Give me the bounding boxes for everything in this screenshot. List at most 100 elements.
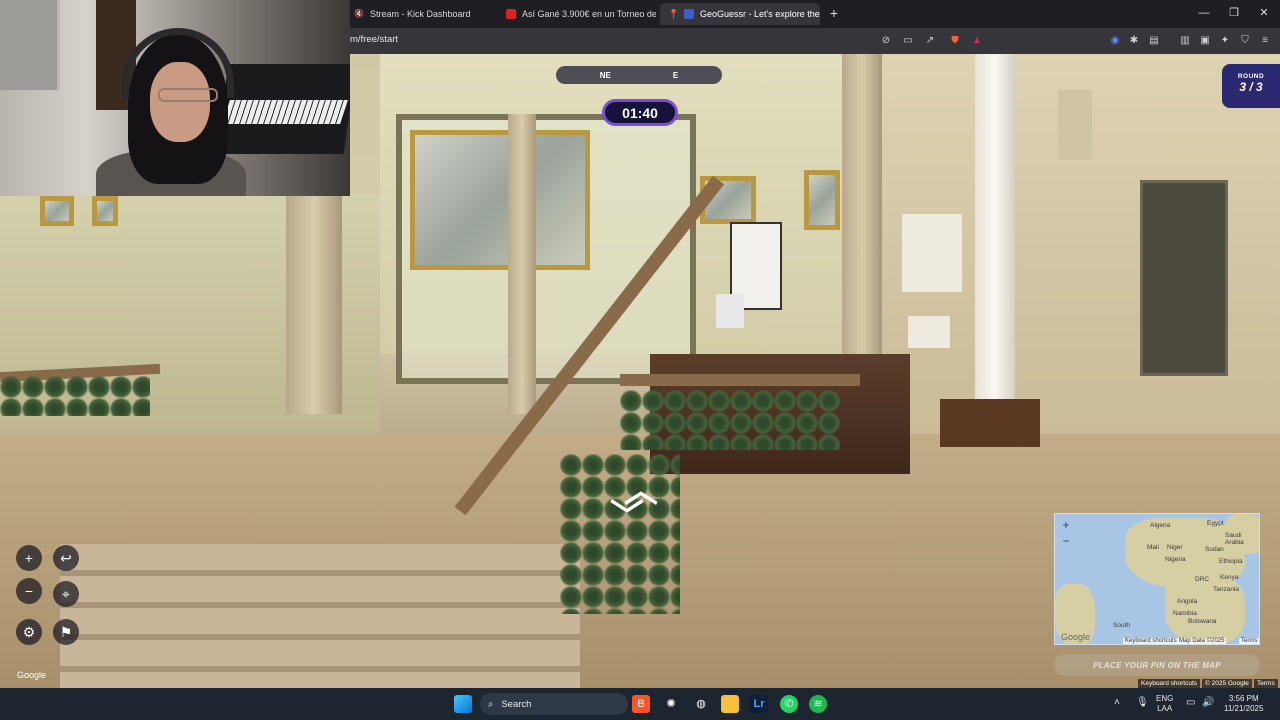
tab-label: Stream - Kick Dashboard — [370, 9, 471, 19]
network-icon[interactable]: ▭ — [1186, 698, 1195, 708]
map-label: Mali — [1147, 544, 1159, 551]
tab-label: Así Gané 3.900€ en un Torneo de Lo — [522, 9, 656, 19]
wall-plaque — [1140, 180, 1228, 376]
media-icon[interactable]: ▤ — [1147, 34, 1161, 48]
terms-link[interactable]: Terms — [1254, 679, 1278, 688]
checkpoint-flag-button[interactable]: ⚑ — [53, 619, 79, 645]
webcam-piano-keys — [222, 100, 348, 124]
webcam-door — [0, 0, 60, 90]
restore-icon[interactable]: ❐ — [1224, 5, 1244, 21]
extensions-icon[interactable]: ✱ — [1127, 34, 1141, 48]
center-handrail-top — [620, 374, 860, 386]
close-window-icon[interactable]: ✕ — [1254, 5, 1274, 21]
google-logo: Google — [17, 670, 47, 680]
map-data-credit: Map Data ©2025 — [1177, 638, 1227, 644]
app-icon[interactable]: ◍ — [692, 695, 710, 713]
no-tracking-icon[interactable]: ⊘ — [879, 34, 893, 48]
map-pin-icon: 📍 — [668, 9, 680, 19]
return-to-start-button[interactable]: ⌖ — [53, 581, 79, 607]
map-terms-link[interactable]: Terms — [1239, 638, 1259, 644]
webcam-headphones — [122, 28, 234, 98]
brave-browser-icon[interactable]: B — [632, 695, 650, 713]
share-icon[interactable]: ↗ — [923, 34, 937, 48]
webcam-overlay — [0, 0, 350, 196]
undo-move-button[interactable]: ↩ — [53, 545, 79, 571]
extension-badge-icon[interactable]: ◉ — [1108, 34, 1122, 48]
place-pin-button[interactable]: PLACE YOUR PIN ON THE MAP — [1054, 654, 1260, 676]
settings-button[interactable]: ⚙ — [16, 619, 42, 645]
map-label: Algeria — [1150, 522, 1171, 529]
geoguessr-icon — [684, 9, 694, 19]
screen: 🔇 Stream - Kick Dashboard Así Gané 3.900… — [0, 0, 1280, 720]
map-label: Nigeria — [1165, 556, 1186, 563]
wall-notice — [902, 214, 962, 292]
clock-date: 11/21/2025 — [1224, 704, 1264, 713]
map-google-logo: Google — [1061, 632, 1091, 642]
language-top: ENG — [1156, 694, 1174, 703]
zoom-in-button[interactable]: + — [16, 545, 42, 571]
keyboard-shortcuts-link[interactable]: Keyboard shortcuts — [1138, 679, 1201, 688]
wall-sign — [908, 316, 950, 348]
spotify-icon[interactable]: ≋ — [809, 695, 827, 713]
stone-column — [508, 114, 536, 414]
search-icon: ⌕ — [488, 698, 494, 710]
chatgpt-icon[interactable]: ✺ — [662, 695, 680, 713]
vpn-shield-icon[interactable]: ⛉ — [1238, 34, 1252, 48]
computer-monitor — [716, 294, 744, 328]
map-label: Egypt — [1207, 520, 1224, 527]
wallet-icon[interactable]: ▣ — [1198, 34, 1212, 48]
brave-shield-icon[interactable]: ⛊ — [948, 34, 962, 48]
minimize-icon[interactable]: — — [1194, 5, 1214, 21]
file-explorer-icon[interactable] — [721, 695, 739, 713]
round-indicator: ROUND 3 / 3 — [1222, 64, 1280, 108]
zoom-out-button[interactable]: − — [16, 578, 42, 604]
map-label: Ethiopia — [1219, 558, 1243, 565]
url-field[interactable]: m/free/start — [350, 34, 398, 45]
sidebar-icon[interactable]: ▥ — [1178, 34, 1192, 48]
youtube-icon — [506, 9, 516, 19]
round-label: ROUND — [1237, 73, 1265, 80]
map-keyboard-shortcuts[interactable]: Keyboard shortcuts — [1123, 638, 1179, 644]
windows-taskbar: ⌕ Search B ✺ ◍ Lr ✆ ≋ ˄ 🎙 ENG LAA ▭ 🔊 3:… — [0, 688, 1280, 720]
map-label: Niger — [1167, 544, 1183, 551]
wall-relief — [1058, 90, 1092, 160]
map-landmass-south-africa — [1165, 574, 1245, 644]
tab-youtube-video[interactable]: Así Gané 3.900€ en un Torneo de Lo — [498, 3, 656, 25]
compass-ne-label: NE — [599, 70, 611, 80]
staircase — [60, 544, 580, 688]
pillar-plinth — [940, 399, 1040, 447]
map-zoom-out-button[interactable]: − — [1059, 534, 1073, 548]
brave-rewards-icon[interactable]: ▲ — [970, 34, 984, 48]
muted-speaker-icon: 🔇 — [354, 9, 364, 18]
google-copyright: © 2025 Google — [1202, 679, 1252, 688]
map-label: Saudi Arabia — [1225, 532, 1244, 546]
search-label: Search — [501, 698, 532, 710]
round-timer: 01:40 — [602, 99, 678, 126]
stone-column — [842, 54, 882, 354]
cast-icon[interactable]: ▭ — [901, 34, 915, 48]
compass-bar: NE E — [556, 66, 722, 84]
map-label: Sudan — [1205, 546, 1224, 553]
map-label: South — [1113, 622, 1130, 629]
language-bottom: LAA — [1157, 704, 1173, 713]
center-garland — [620, 390, 840, 450]
menu-icon[interactable]: ≡ — [1258, 34, 1272, 48]
map-label: Tanzania — [1213, 586, 1240, 593]
microphone-icon[interactable]: 🎙 — [1136, 698, 1149, 708]
map-zoom-in-button[interactable]: + — [1059, 518, 1073, 532]
volume-icon[interactable]: 🔊 — [1202, 698, 1214, 708]
guess-minimap[interactable]: Algeria Egypt Saudi Arabia Mali Niger Su… — [1054, 513, 1260, 645]
whatsapp-icon[interactable]: ✆ — [780, 695, 798, 713]
start-icon[interactable] — [454, 695, 472, 713]
taskbar-search[interactable]: ⌕ Search — [480, 693, 628, 715]
lightroom-icon[interactable]: Lr — [750, 695, 768, 713]
tab-kick-dashboard[interactable]: 🔇 Stream - Kick Dashboard — [346, 3, 496, 25]
leo-ai-icon[interactable]: ✦ — [1218, 34, 1232, 48]
clock[interactable]: 3:56 PM 11/21/2025 — [1224, 694, 1263, 714]
tray-overflow-icon[interactable]: ˄ — [1114, 698, 1120, 708]
language-indicator[interactable]: ENG LAA — [1156, 694, 1173, 714]
new-tab-button[interactable]: + — [826, 5, 842, 21]
move-back-icon[interactable]: ﹀ — [610, 500, 644, 534]
map-label: Kenya — [1220, 574, 1239, 581]
compass-e-label: E — [672, 70, 679, 80]
